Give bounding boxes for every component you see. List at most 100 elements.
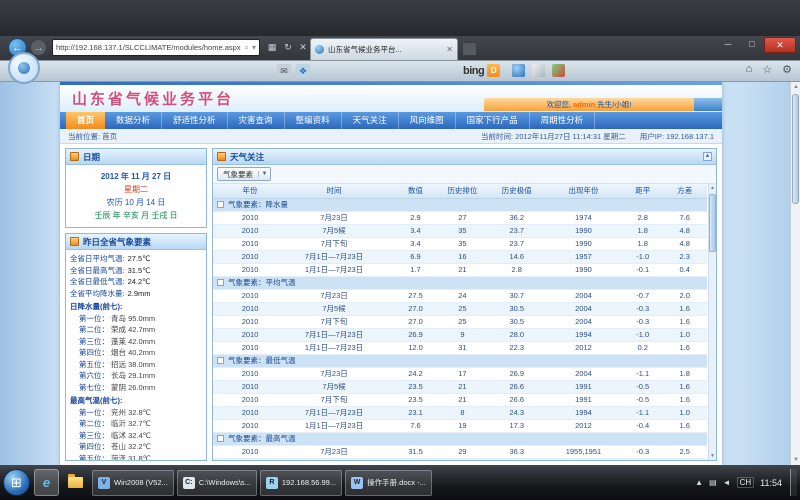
favorite-app-icon-2[interactable] <box>532 64 545 77</box>
window-icon: C: <box>183 477 195 489</box>
taskbar-window-button-2[interactable]: C:C:\Windows\s... <box>177 470 257 496</box>
clock[interactable]: 11:54 <box>760 478 784 488</box>
table-group-row[interactable]: 气象要素：降水量 <box>213 198 707 211</box>
table-row: 20107月5候31.42535.31955-0.31.9 <box>213 458 707 460</box>
bing-logo[interactable]: bing D <box>463 64 500 77</box>
minimize-button[interactable]: ─ <box>716 37 740 53</box>
show-desktop-button[interactable] <box>790 469 797 496</box>
summary-line: 全省日最低气温:24.2℃ <box>70 276 202 288</box>
taskbar-window-button-1[interactable]: VWin2008 (V52... <box>92 470 174 496</box>
table-row: 20107月下旬27.02530.52004-0.31.6 <box>213 315 707 328</box>
date-panel: 日期 2012 年 11 月 27 日 星期二 农历 10 月 14 日 壬辰 … <box>65 148 207 228</box>
window-icon: R <box>266 477 278 489</box>
search-icon[interactable]: ⌕ <box>245 43 249 53</box>
user-ip-label: 用户IP: 192.168.137.1 <box>640 129 714 143</box>
chevron-down-icon: ▼ <box>258 171 270 177</box>
table-scrollbar[interactable]: ▲ ▼ <box>708 184 716 460</box>
taskbar-explorer-button[interactable] <box>63 469 88 496</box>
scroll-down-icon[interactable]: ▼ <box>709 452 716 460</box>
browser-scrollbar[interactable]: ▲ ▼ <box>790 82 800 465</box>
tray-network-icon[interactable]: ▤ <box>709 478 717 487</box>
tab-favicon <box>315 45 324 54</box>
nav-item-8[interactable]: 国家下行产品 <box>456 112 530 129</box>
mail-icon[interactable]: ✉ <box>277 64 291 78</box>
table-group-row[interactable]: 气象要素：平均气温 <box>213 276 707 289</box>
summary-line: 全省日平均气温:27.5℃ <box>70 253 202 265</box>
welcome-username: admin <box>573 100 595 109</box>
start-button[interactable]: ⊞ <box>3 469 30 496</box>
taskbar-ie-button[interactable]: e <box>34 469 59 496</box>
column-header: 方差 <box>662 184 707 198</box>
nav-item-4[interactable]: 灾害查询 <box>228 112 285 129</box>
taskbar: ⊞ e VWin2008 (V52...C:C:\Windows\s...R19… <box>0 465 800 500</box>
address-bar[interactable]: http://192.168.137.1/SLCCLIMATE/modules/… <box>52 39 260 56</box>
nav-item-1[interactable]: 首页 <box>66 112 105 129</box>
group-expand-icon[interactable] <box>217 357 224 364</box>
nav-item-3[interactable]: 舒适性分析 <box>162 112 228 129</box>
messenger-icon[interactable]: ❖ <box>296 64 310 78</box>
rank-line: 第三位：蓬莱 42.0mm <box>70 336 202 348</box>
nav-item-5[interactable]: 整编资料 <box>285 112 342 129</box>
scroll-up-icon[interactable]: ▲ <box>709 184 716 192</box>
refresh-icon[interactable]: ↻ <box>281 40 295 55</box>
browser-scroll-thumb[interactable] <box>792 94 799 204</box>
window-button-label: Win2008 (V52... <box>114 478 168 487</box>
table-group-row[interactable]: 气象要素：最低气温 <box>213 354 707 367</box>
close-button[interactable]: ✕ <box>764 37 796 53</box>
home-icon[interactable]: ⌂ <box>746 63 753 76</box>
column-header: 时间 <box>272 184 396 198</box>
group-label: 气象要素：最高气温 <box>228 434 296 443</box>
tray-expand-icon[interactable]: ▲ <box>695 478 703 487</box>
column-header: 出现年份 <box>544 184 623 198</box>
taskbar-window-button-4[interactable]: W操作手册.docx -... <box>345 470 432 496</box>
weather-table-head: 年份时间数值历史排位历史极值出现年份距平方差 <box>213 184 707 198</box>
favorites-star-icon[interactable]: ☆ <box>762 63 772 76</box>
taskbar-windows: VWin2008 (V52...C:C:\Windows\s...R192.16… <box>92 470 432 496</box>
table-row: 20107月下旬23.52126.61991-0.51.6 <box>213 393 707 406</box>
group-expand-icon[interactable] <box>217 279 224 286</box>
nav-item-9[interactable]: 周期性分析 <box>530 112 596 129</box>
table-group-row[interactable]: 气象要素：最高气温 <box>213 432 707 445</box>
stop-icon[interactable]: ✕ <box>296 40 310 55</box>
table-scroll-thumb[interactable] <box>709 194 716 252</box>
browser-scroll-up-icon[interactable]: ▲ <box>791 82 800 92</box>
system-tray: ▲ ▤ ◄ CH 11:54 <box>695 469 797 496</box>
filter-button-label: 气象要素 <box>218 169 258 180</box>
group-expand-icon[interactable] <box>217 201 224 208</box>
column-header: 历史极值 <box>490 184 544 198</box>
compatibility-icon[interactable]: ▦ <box>265 40 279 55</box>
table-row: 20107月23日31.52936.31955,1951-0.32.5 <box>213 445 707 458</box>
nav-item-2[interactable]: 数据分析 <box>105 112 162 129</box>
nav-item-6[interactable]: 天气关注 <box>342 112 399 129</box>
rank-line: 第一位：青岛 95.0mm <box>70 313 202 325</box>
yesterday-panel-title: 昨日全省气象要素 <box>83 236 151 248</box>
browser-scroll-down-icon[interactable]: ▼ <box>791 455 800 465</box>
sidebar: 日期 2012 年 11 月 27 日 星期二 农历 10 月 14 日 壬辰 … <box>65 148 207 461</box>
floating-widget-badge[interactable] <box>8 52 40 84</box>
tray-volume-icon[interactable]: ◄ <box>723 478 731 487</box>
weather-table-body: 气象要素：降水量20107月23日2.92736.219742.87.62010… <box>213 198 707 460</box>
weather-focus-panel: 天气关注 ▲ 气象要素 ▼ 年份时间数值历史排位历史极值出现年份距平方差 <box>212 148 717 461</box>
screen: ← → http://192.168.137.1/SLCCLIMATE/modu… <box>0 0 800 500</box>
element-filter-button[interactable]: 气象要素 ▼ <box>217 167 271 181</box>
new-tab-button[interactable] <box>462 42 477 56</box>
nav-item-7[interactable]: 风向维图 <box>399 112 456 129</box>
panel-collapse-icon[interactable]: ▲ <box>703 152 712 161</box>
tab-close-icon[interactable]: ✕ <box>446 45 453 54</box>
tools-gear-icon[interactable]: ⚙ <box>782 63 792 76</box>
language-indicator[interactable]: CH <box>737 477 755 488</box>
forward-button[interactable]: → <box>30 39 47 56</box>
browser-titlebar <box>0 0 800 36</box>
maximize-button[interactable]: □ <box>740 37 764 53</box>
browser-tab[interactable]: 山东省气候业务平台... ✕ <box>310 38 458 60</box>
table-row: 20101月1日—7月23日7.61917.32012-0.41.6 <box>213 419 707 432</box>
welcome-prefix: 欢迎您, <box>547 99 572 110</box>
main-nav: 首页数据分析舒适性分析灾害查询整编资料天气关注风向维图国家下行产品周期性分析 <box>60 112 722 129</box>
address-dropdown-icon[interactable]: ▾ <box>252 43 256 52</box>
group-expand-icon[interactable] <box>217 435 224 442</box>
window-icon: W <box>351 477 363 489</box>
favorite-app-icon-3[interactable] <box>552 64 565 77</box>
taskbar-window-button-3[interactable]: R192.168.56.99... <box>260 470 342 496</box>
table-row: 20107月5候23.52126.61991-0.51.6 <box>213 380 707 393</box>
favorite-app-icon-1[interactable] <box>512 64 525 77</box>
